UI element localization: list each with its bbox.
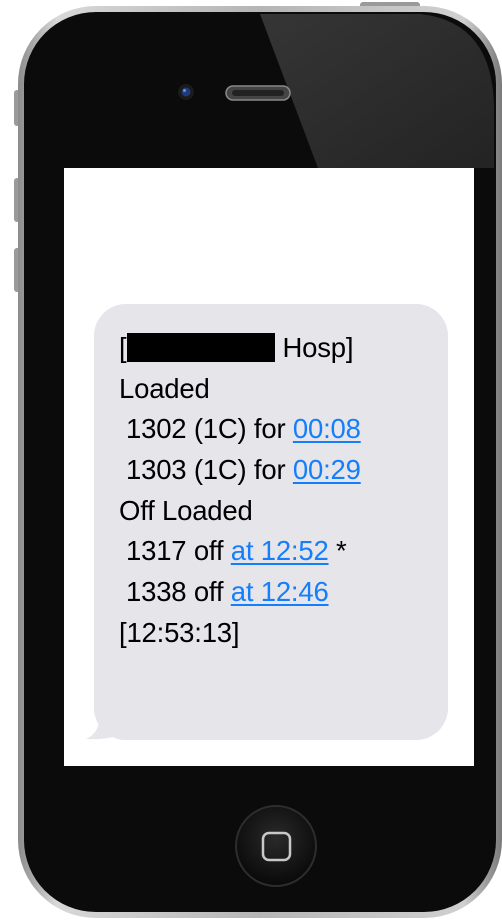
earpiece-speaker-icon: [225, 85, 291, 101]
home-button-icon[interactable]: [235, 805, 317, 887]
front-camera-icon: [178, 84, 194, 100]
loaded-item-unit: 1303 (1C) for: [126, 454, 293, 486]
message-header: [ Hosp]: [119, 328, 448, 369]
off-loaded-item-unit: 1317 off: [126, 535, 231, 567]
redacted-hospital-name: [127, 333, 276, 362]
loaded-item-unit: 1302 (1C) for: [126, 413, 293, 445]
header-hospital-suffix: Hosp]: [282, 332, 354, 363]
message-timestamp: [12:53:13]: [119, 616, 240, 648]
off-loaded-heading: Off Loaded: [119, 494, 253, 526]
loaded-heading: Loaded: [119, 372, 210, 404]
loaded-item-time-link[interactable]: 00:29: [293, 454, 361, 485]
screen: [ Hosp] Loaded 1302 (1C) for 00:08 1303 (…: [64, 168, 474, 766]
loaded-item-time-link[interactable]: 00:08: [293, 413, 361, 444]
header-open-bracket: [: [119, 332, 127, 363]
loaded-item: 1303 (1C) for 00:29: [119, 450, 448, 491]
loaded-item: 1302 (1C) for 00:08: [119, 409, 448, 450]
off-loaded-item-time-link[interactable]: at 12:52: [231, 535, 329, 566]
off-loaded-item-unit: 1338 off: [126, 576, 231, 608]
off-loaded-item-time-link[interactable]: at 12:46: [231, 576, 329, 607]
phone-frame: [ Hosp] Loaded 1302 (1C) for 00:08 1303 (…: [0, 0, 502, 920]
off-loaded-item-suffix: *: [328, 535, 347, 567]
off-loaded-item: 1338 off at 12:46: [119, 572, 448, 613]
off-loaded-item: 1317 off at 12:52 *: [119, 531, 448, 572]
message-bubble[interactable]: [ Hosp] Loaded 1302 (1C) for 00:08 1303 (…: [94, 304, 448, 740]
